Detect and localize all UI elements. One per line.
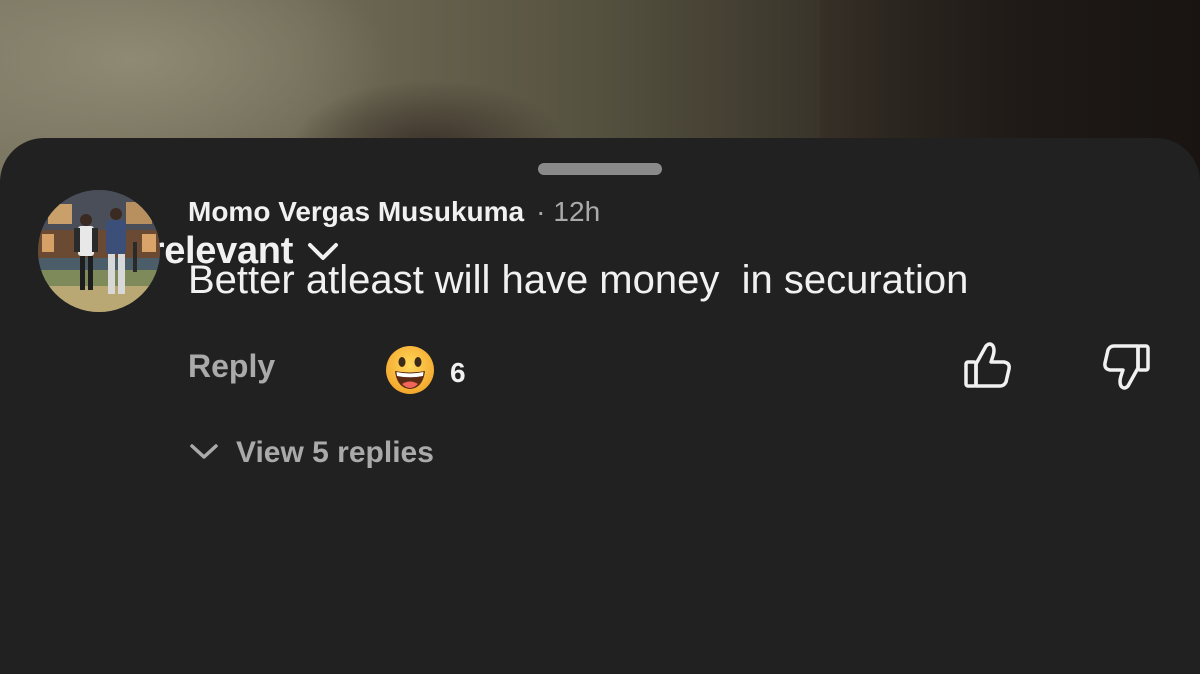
- reply-button[interactable]: Reply: [188, 348, 275, 385]
- thumbs-up-icon: [964, 342, 1011, 388]
- dislike-button[interactable]: [1098, 340, 1154, 392]
- reaction-count: 6: [450, 356, 466, 388]
- comment-timestamp: 12h: [553, 196, 601, 227]
- drag-handle[interactable]: [538, 163, 662, 175]
- comment-text: Better atleast will have money in secura…: [188, 258, 969, 302]
- avatar[interactable]: [38, 190, 160, 312]
- comment-meta: Momo Vergas Musukuma · 12h: [188, 196, 600, 228]
- comments-screen: Most relevant Momo Vergas Musukuma · 12h…: [0, 0, 1200, 674]
- chevron-down-icon: [188, 441, 220, 466]
- comment-author[interactable]: Momo Vergas Musukuma: [188, 196, 524, 228]
- like-button[interactable]: [960, 340, 1016, 392]
- reaction-summary[interactable]: 6: [384, 344, 466, 401]
- view-replies-label: View 5 replies: [236, 436, 434, 469]
- grinning-face-emoji-icon: [384, 344, 436, 401]
- view-replies-button[interactable]: View 5 replies: [188, 436, 434, 470]
- meta-separator: ·: [536, 196, 546, 227]
- thumbs-down-icon: [1103, 344, 1150, 390]
